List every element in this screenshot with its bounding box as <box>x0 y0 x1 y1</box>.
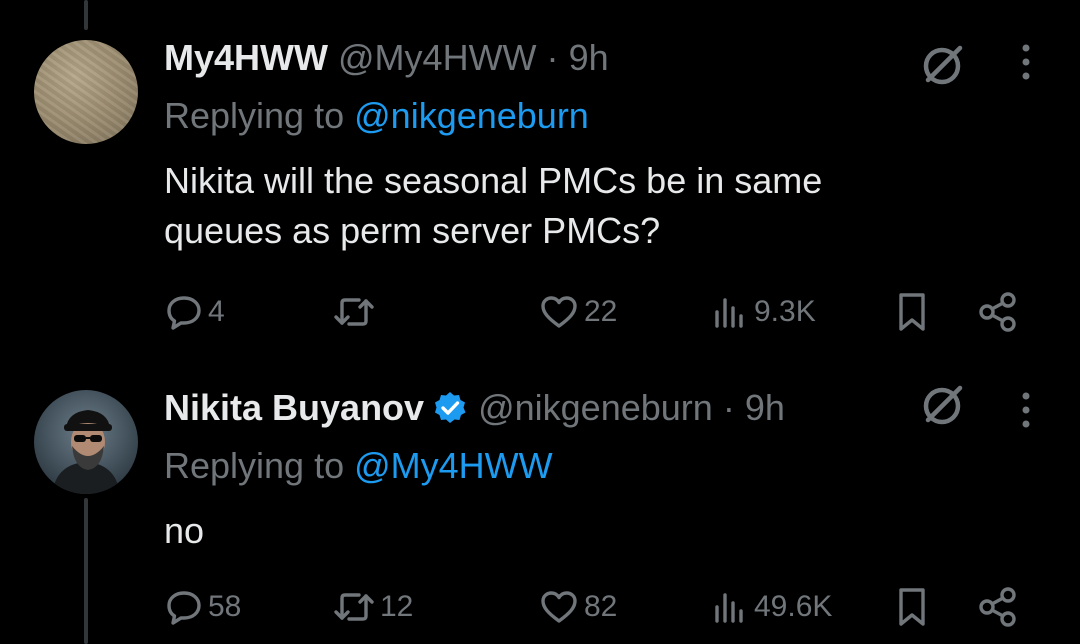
tweet-header: My4HWW @My4HWW · 9h <box>164 36 609 80</box>
replying-to: Replying to @My4HWW <box>164 444 553 488</box>
display-name[interactable]: Nikita Buyanov <box>164 387 424 428</box>
tweet-2[interactable]: Nikita Buyanov @nikgeneburn · 9h Replyin… <box>0 360 1080 644</box>
tweet-header: Nikita Buyanov @nikgeneburn · 9h <box>164 386 785 430</box>
repost-arrows-icon <box>332 587 376 627</box>
replying-to-handle[interactable]: @nikgeneburn <box>354 95 589 136</box>
reply-button[interactable]: 4 <box>164 287 225 337</box>
tweet-text-line: no <box>164 510 205 551</box>
reply-bubble-icon <box>164 587 204 627</box>
like-count: 82 <box>584 590 618 623</box>
tweet-text-line: Nikita will the seasonal PMCs be in same <box>164 160 823 201</box>
separator: · <box>546 37 559 78</box>
timestamp[interactable]: 9h <box>569 37 609 78</box>
action-bar: 58 12 82 49.6K <box>164 582 1044 632</box>
share-icon <box>976 290 1020 334</box>
bookmark-icon <box>892 290 932 334</box>
handle[interactable]: @nikgeneburn <box>478 387 713 428</box>
grok-icon[interactable] <box>916 380 968 432</box>
action-bar: 4 22 9.3K <box>164 287 1044 337</box>
grok-icon[interactable] <box>916 40 968 92</box>
bookmark-button[interactable] <box>892 287 932 337</box>
tweet-1[interactable]: My4HWW @My4HWW · 9h Replying to @nikgene… <box>0 0 1080 360</box>
bookmark-icon <box>892 585 932 629</box>
share-button[interactable] <box>976 287 1020 337</box>
more-vertical-icon[interactable] <box>1014 42 1038 82</box>
like-button[interactable]: 22 <box>538 287 617 337</box>
views-button[interactable]: 49.6K <box>710 582 832 632</box>
repost-button[interactable]: 12 <box>332 582 413 632</box>
more-vertical-icon[interactable] <box>1014 390 1038 430</box>
verified-badge-icon <box>435 392 466 423</box>
separator: · <box>722 387 735 428</box>
share-icon <box>976 585 1020 629</box>
display-name[interactable]: My4HWW <box>164 37 328 78</box>
views-bars-icon <box>710 587 750 627</box>
like-button[interactable]: 82 <box>538 582 617 632</box>
reply-button[interactable]: 58 <box>164 582 241 632</box>
heart-icon <box>538 587 580 627</box>
share-button[interactable] <box>976 582 1020 632</box>
reply-count: 58 <box>208 590 242 623</box>
views-bars-icon <box>710 292 750 332</box>
reply-count: 4 <box>208 295 225 328</box>
view-count: 9.3K <box>754 295 816 328</box>
avatar[interactable] <box>34 390 138 494</box>
verified-badge <box>432 390 468 426</box>
tweet-text-line: queues as perm server PMCs? <box>164 210 661 251</box>
views-button[interactable]: 9.3K <box>710 287 816 337</box>
avatar[interactable] <box>34 40 138 144</box>
heart-icon <box>538 292 580 332</box>
repost-count: 12 <box>380 590 414 623</box>
replying-to-handle[interactable]: @My4HWW <box>354 445 553 486</box>
handle[interactable]: @My4HWW <box>338 37 537 78</box>
replying-prefix: Replying to <box>164 95 345 136</box>
timestamp[interactable]: 9h <box>745 387 785 428</box>
bookmark-button[interactable] <box>892 582 932 632</box>
tweet-text: no <box>164 506 204 556</box>
reply-bubble-icon <box>164 292 204 332</box>
replying-prefix: Replying to <box>164 445 345 486</box>
view-count: 49.6K <box>754 590 833 623</box>
repost-button[interactable] <box>332 287 380 337</box>
repost-arrows-icon <box>332 292 376 332</box>
tweet-text: Nikita will the seasonal PMCs be in same… <box>164 156 822 256</box>
like-count: 22 <box>584 295 618 328</box>
replying-to: Replying to @nikgeneburn <box>164 94 589 138</box>
